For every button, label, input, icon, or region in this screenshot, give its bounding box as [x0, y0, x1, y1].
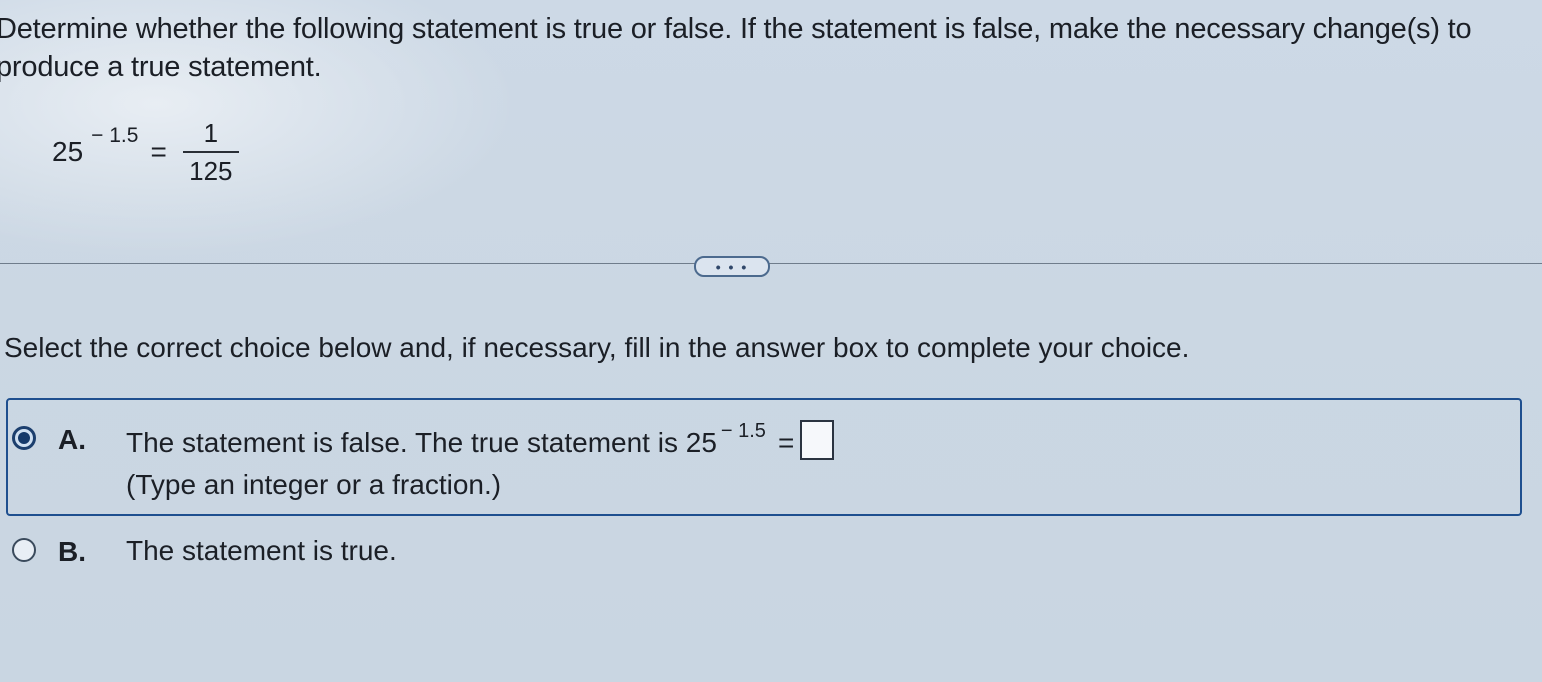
- choice-a-hint: (Type an integer or a fraction.): [126, 469, 502, 500]
- radio-selected-dot-icon: [18, 432, 30, 444]
- choice-a-equals: =: [777, 427, 795, 458]
- question-equation: 25 − 1.5 = 1 125: [52, 118, 239, 186]
- choice-b[interactable]: B. The statement is true.: [12, 535, 397, 572]
- instruction-text: Select the correct choice below and, if …: [4, 332, 1190, 363]
- equation-base: 25: [52, 136, 84, 167]
- fraction-denominator: 125: [189, 156, 233, 186]
- fraction-bar: [182, 151, 239, 153]
- equation-equals: =: [150, 136, 167, 167]
- equation-exponent: − 1.5: [91, 124, 139, 147]
- fraction-numerator: 1: [203, 118, 219, 148]
- more-options-button[interactable]: • • •: [694, 256, 770, 277]
- choice-b-letter: B.: [58, 536, 86, 567]
- choice-a-radio[interactable]: [12, 426, 36, 450]
- section-divider: [0, 263, 1542, 264]
- choice-a-text-before: The statement is false. The true stateme…: [126, 427, 717, 458]
- choice-a-text: The statement is false. The true stateme…: [126, 420, 835, 506]
- choice-b-text: The statement is true.: [126, 535, 397, 566]
- equation-fraction: 1 125: [182, 118, 239, 186]
- question-prompt: Determine whether the following statemen…: [0, 13, 1472, 83]
- choice-b-radio[interactable]: [12, 538, 36, 562]
- choice-a[interactable]: A. The statement is false. The true stat…: [12, 420, 835, 506]
- choice-a-exponent: − 1.5: [720, 420, 766, 442]
- choice-a-letter: A.: [58, 424, 86, 455]
- choice-a-statement: The statement is false. The true stateme…: [126, 420, 835, 464]
- ellipsis-icon: • • •: [715, 258, 749, 275]
- answer-input-box[interactable]: [800, 420, 835, 460]
